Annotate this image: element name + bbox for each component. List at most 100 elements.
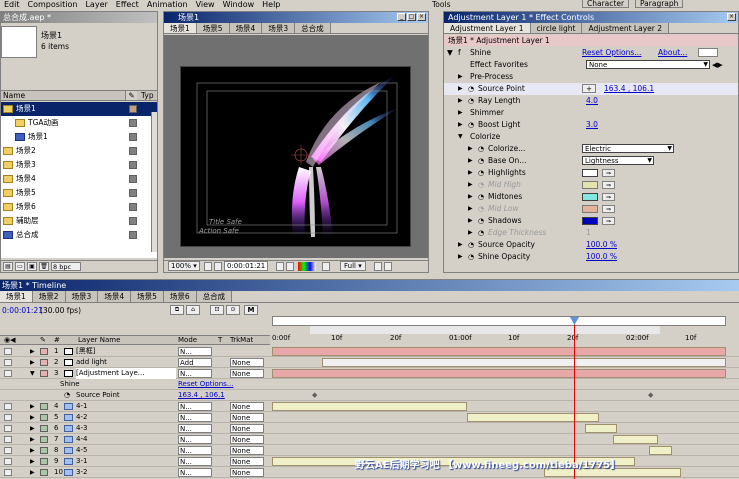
tab-paragraph[interactable]: Paragraph	[635, 0, 684, 8]
trkmat-dropdown[interactable]: None	[230, 358, 264, 367]
menu-composition[interactable]: Composition	[28, 0, 78, 10]
visibility-icon[interactable]	[4, 436, 12, 443]
table-row[interactable]: ▶ 5 4-2 N... None	[0, 412, 739, 423]
trkmat-dropdown[interactable]: None	[230, 435, 264, 444]
twirl-arrow-icon[interactable]: ▶	[458, 83, 463, 95]
twirl-arrow-icon[interactable]: ▶	[468, 155, 473, 167]
list-item[interactable]: 场景3	[1, 158, 157, 172]
stopwatch-icon[interactable]: ◔	[478, 143, 484, 155]
layer-duration-bar[interactable]	[467, 413, 599, 422]
menu-help[interactable]: Help	[262, 0, 280, 10]
twirl-arrow-icon[interactable]: ▶	[458, 107, 463, 119]
time-ruler-area[interactable]: 0:00f 10f 20f 01:00f 10f 20f 02:00f 10f	[270, 304, 739, 345]
twirl-arrow-icon[interactable]: ▶	[458, 71, 463, 83]
visibility-icon[interactable]	[4, 348, 12, 355]
twirl-arrow-icon[interactable]: ▶	[468, 143, 473, 155]
twirl-arrow-icon[interactable]: ▶	[458, 239, 463, 251]
tab-5[interactable]: 场景6	[163, 291, 197, 302]
trkmat-dropdown[interactable]: None	[230, 446, 264, 455]
color-swatch[interactable]	[582, 169, 598, 177]
stopwatch-icon[interactable]: ◔	[468, 119, 474, 131]
menu-view[interactable]: View	[196, 0, 215, 10]
label-color-icon[interactable]	[129, 231, 137, 239]
property-dropdown[interactable]: Lightness	[582, 156, 654, 165]
mode-dropdown[interactable]: N...	[178, 468, 212, 477]
layer-duration-bar[interactable]	[612, 435, 658, 444]
layer-name[interactable]: add light	[76, 357, 176, 368]
menu-effect[interactable]: Effect	[116, 0, 139, 10]
col-name[interactable]: Name	[3, 91, 25, 101]
mode-dropdown[interactable]: N...	[178, 347, 212, 356]
motion-blur-icon[interactable]: ⊙	[226, 305, 240, 315]
stopwatch-icon[interactable]: ◔	[478, 215, 484, 227]
eyedropper-icon[interactable]: ⇒	[602, 217, 615, 225]
menu-edit[interactable]: Edit	[4, 0, 20, 10]
label-color-icon[interactable]	[40, 403, 48, 410]
eyedropper-icon[interactable]: ⇒	[602, 193, 615, 201]
table-row[interactable]: ▶ 1 [黑框] N...	[0, 346, 739, 357]
tab-2[interactable]: Adjustment Layer 2	[582, 23, 669, 33]
mode-dropdown[interactable]: Add	[178, 358, 212, 367]
comp-viewer[interactable]: Title Safe Action Safe	[164, 35, 428, 258]
twirl-arrow-icon[interactable]: ▶	[30, 412, 35, 423]
label-color-icon[interactable]	[129, 133, 137, 141]
visibility-icon[interactable]	[4, 469, 12, 476]
property-dropdown[interactable]: Electric	[582, 144, 674, 153]
label-col-icon[interactable]: ✎	[125, 91, 137, 100]
stopwatch-icon[interactable]: ◔	[478, 167, 484, 179]
label-color-icon[interactable]	[40, 425, 48, 432]
label-color-icon[interactable]	[129, 119, 137, 127]
mode-dropdown[interactable]: N...	[178, 369, 212, 378]
show-snapshot-icon[interactable]	[286, 262, 294, 271]
label-color-icon[interactable]	[40, 436, 48, 443]
twirl-arrow-icon[interactable]: ▶	[458, 119, 463, 131]
twirl-arrow-icon[interactable]: ▶	[30, 346, 35, 357]
list-item[interactable]: 场景1	[1, 102, 157, 116]
eyedropper-icon[interactable]: ⇒	[602, 181, 615, 189]
region-icon[interactable]	[374, 262, 382, 271]
list-item[interactable]: 场景6	[1, 200, 157, 214]
mode-dropdown[interactable]: N...	[178, 424, 212, 433]
tab-6[interactable]: 总合成	[196, 291, 233, 302]
table-row[interactable]: ▶ 7 4-4 N... None	[0, 434, 739, 445]
label-color-icon[interactable]	[129, 147, 137, 155]
layer-name[interactable]: 3-2	[76, 467, 176, 478]
shy-icon[interactable]: ⌂	[186, 305, 200, 315]
property-dropdown[interactable]: None	[586, 60, 710, 69]
label-color-icon[interactable]	[40, 359, 48, 366]
twirl-arrow-icon[interactable]: ▶	[30, 423, 35, 434]
color-swatch[interactable]	[582, 205, 598, 213]
list-item[interactable]: 辅助层	[1, 214, 157, 228]
label-color-icon[interactable]	[129, 161, 137, 169]
tab-1[interactable]: circle light	[530, 23, 583, 33]
property-value[interactable]: 100.0 %	[586, 251, 617, 263]
label-color-icon[interactable]	[129, 105, 137, 113]
comp-canvas[interactable]: Title Safe Action Safe	[180, 66, 411, 247]
stopwatch-icon[interactable]: ◔	[478, 155, 484, 167]
layer-name[interactable]: 4-2	[76, 412, 176, 423]
label-color-icon[interactable]	[40, 458, 48, 465]
label-color-icon[interactable]	[129, 217, 137, 225]
layer-duration-bar[interactable]	[272, 347, 726, 356]
color-swatch[interactable]	[582, 217, 598, 225]
about-link[interactable]: About...	[658, 47, 687, 59]
twirl-arrow-icon[interactable]: ▶	[468, 179, 473, 191]
twirl-arrow-icon[interactable]: ▶	[468, 167, 473, 179]
stopwatch-icon[interactable]: ◔	[468, 251, 474, 263]
effect-scroll-thumb[interactable]	[698, 48, 718, 57]
tab-0[interactable]: Adjustment Layer 1	[444, 23, 531, 33]
layer-duration-bar[interactable]	[585, 424, 618, 433]
time-navigator[interactable]	[272, 316, 726, 326]
mode-dropdown[interactable]: N...	[178, 435, 212, 444]
tab-0[interactable]: 场景1	[0, 291, 33, 302]
menu-layer[interactable]: Layer	[85, 0, 107, 10]
expand-arrow-icon[interactable]: ▼	[447, 47, 453, 59]
layer-duration-bar[interactable]	[321, 358, 726, 367]
comp-marker-icon[interactable]: ⧉	[170, 305, 184, 315]
list-item[interactable]: TGA动画	[1, 116, 157, 130]
label-color-icon[interactable]	[40, 348, 48, 355]
list-item[interactable]: 场景2	[1, 144, 157, 158]
trash-icon[interactable]: 🗑	[39, 262, 49, 271]
label-color-icon[interactable]	[40, 414, 48, 421]
visibility-icon[interactable]	[4, 447, 12, 454]
